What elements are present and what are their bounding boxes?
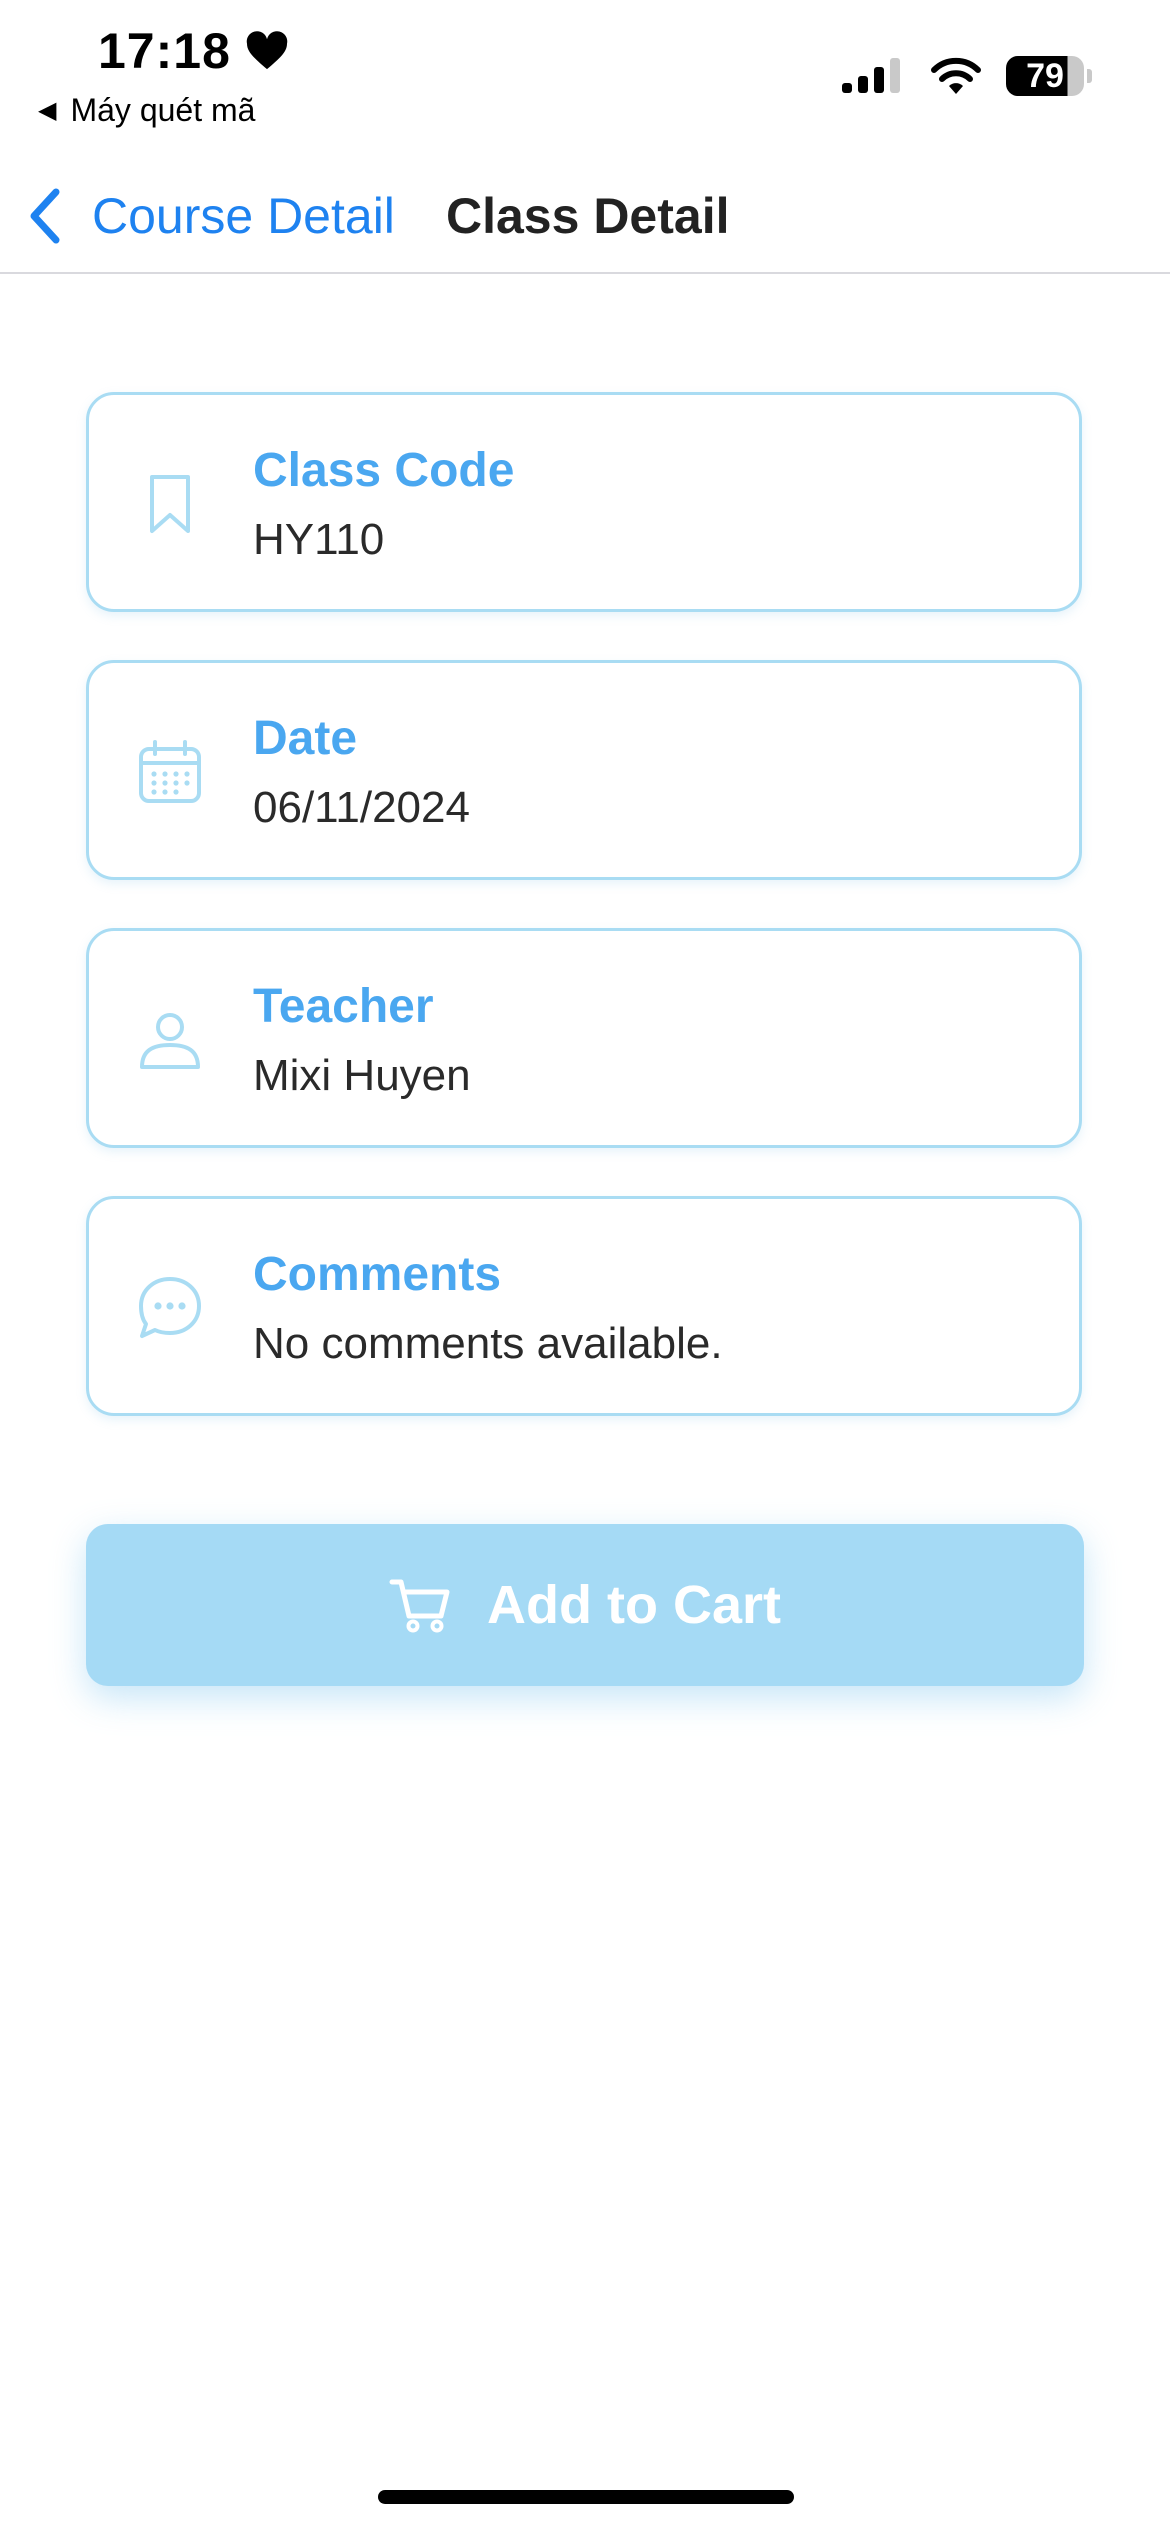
back-app-label: Máy quét mã (70, 92, 256, 128)
back-to-app-link[interactable]: ◀ Máy quét mã (38, 92, 255, 129)
cart-icon (389, 1579, 450, 1633)
date-label: Date (253, 712, 358, 765)
status-bar-time: 17:18 (98, 22, 289, 80)
teacher-card: Teacher Mixi Huyen (86, 928, 1082, 1148)
signal-icon (842, 58, 900, 93)
date-value: 06/11/2024 (253, 783, 470, 832)
page-title: Class Detail (446, 188, 730, 244)
chat-bubble-icon (139, 1277, 201, 1338)
person-icon (140, 1013, 200, 1069)
time-text: 17:18 (98, 23, 231, 79)
battery-icon: 79 (1006, 56, 1092, 96)
comments-card: Comments No comments available. (86, 1196, 1082, 1416)
battery-level: 79 (1006, 56, 1084, 96)
add-to-cart-button[interactable]: Add to Cart (86, 1524, 1084, 1686)
class-code-value: HY110 (253, 515, 385, 564)
back-triangle-icon: ◀ (38, 97, 57, 124)
calendar-icon (139, 740, 201, 803)
add-to-cart-label: Add to Cart (487, 1575, 781, 1635)
chevron-left-icon (30, 188, 60, 244)
battery-cap (1087, 69, 1092, 83)
back-button-label: Course Detail (92, 188, 395, 244)
comments-value: No comments available. (253, 1319, 723, 1368)
class-code-label: Class Code (253, 444, 515, 497)
navigation-bar: Course Detail Class Detail (0, 160, 1170, 274)
teacher-value: Mixi Huyen (253, 1051, 471, 1100)
back-button[interactable]: Course Detail (24, 178, 395, 254)
class-code-card: Class Code HY110 (86, 392, 1082, 612)
home-indicator[interactable] (378, 2490, 794, 2504)
heart-icon (246, 31, 288, 70)
date-card: Date 06/11/2024 (86, 660, 1082, 880)
comments-label: Comments (253, 1248, 502, 1301)
wifi-icon (931, 57, 981, 94)
status-icons: 79 (842, 56, 1092, 96)
teacher-label: Teacher (253, 980, 434, 1033)
bookmark-icon (150, 475, 190, 533)
